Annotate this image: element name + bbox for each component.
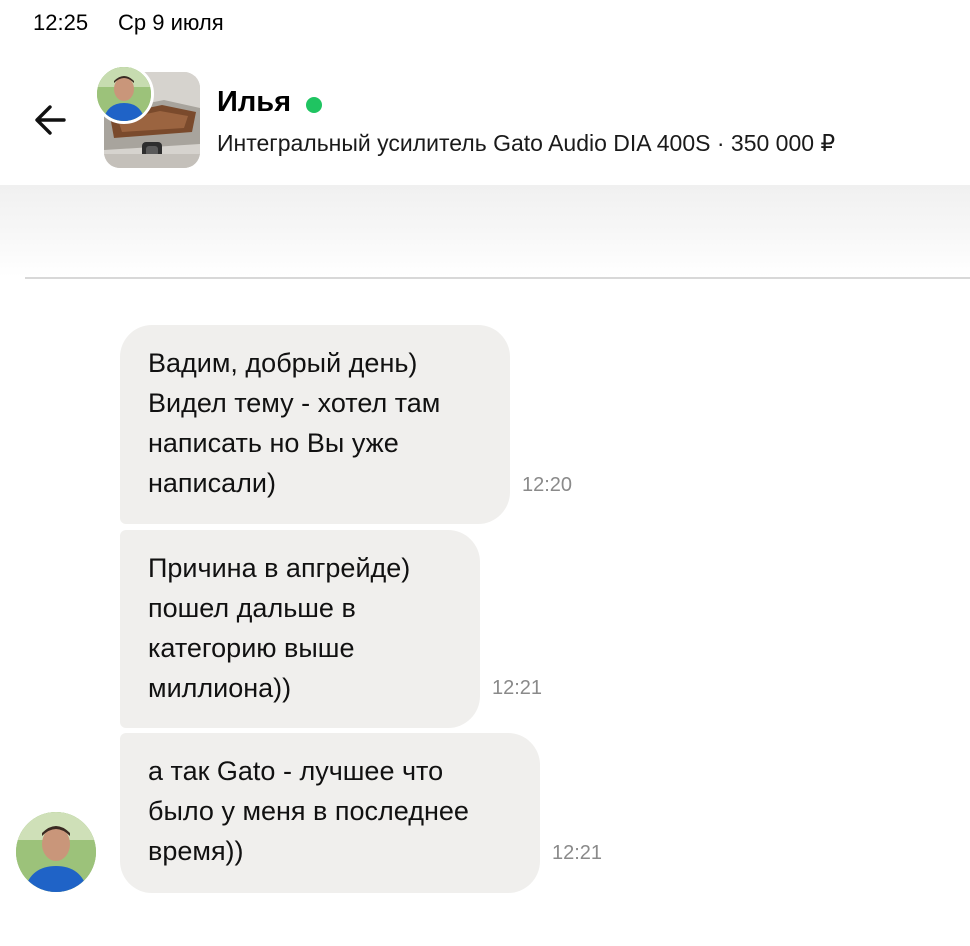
message-time: 12:21	[552, 842, 603, 864]
listing-title[interactable]: Интегральный усилитель Gato Audio DIA 40…	[217, 130, 835, 157]
contact-name[interactable]: Илья	[217, 86, 291, 119]
person-avatar-image	[97, 67, 151, 121]
status-date: Ср 9 июля	[118, 10, 224, 35]
chat-header: Илья Интегральный усилитель Gato Audio D…	[0, 50, 970, 185]
message-text: а так Gato - лучшее что было у меня в по…	[148, 756, 469, 866]
message-text: Вадим, добрый день) Видел тему - хотел т…	[148, 348, 441, 498]
message-bubble: а так Gato - лучшее что было у меня в по…	[120, 733, 540, 893]
message-time: 12:21	[492, 677, 543, 699]
message-time: 12:20	[522, 474, 573, 496]
online-status-indicator	[306, 97, 322, 113]
message-text: Причина в апгрейде) пошел дальше в катег…	[148, 553, 411, 703]
message-bubble: Вадим, добрый день) Видел тему - хотел т…	[120, 325, 510, 524]
arrow-left-icon	[35, 105, 66, 135]
contact-avatar[interactable]	[94, 64, 154, 124]
divider	[25, 277, 970, 279]
person-avatar-image	[16, 812, 96, 892]
message-bubble: Причина в апгрейде) пошел дальше в катег…	[120, 530, 480, 728]
sender-avatar[interactable]	[16, 812, 96, 892]
back-button[interactable]	[28, 96, 76, 144]
status-time: 12:25	[33, 10, 89, 35]
status-bar: 12:25 Ср 9 июля	[0, 0, 970, 50]
header-shadow	[0, 185, 970, 277]
